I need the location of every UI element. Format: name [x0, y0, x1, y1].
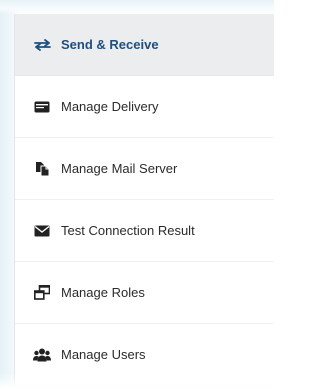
sidebar-menu: Send & Receive Manage Delivery Manage Ma… [14, 14, 274, 389]
users-icon [33, 347, 51, 363]
menu-item-label: Send & Receive [61, 37, 159, 52]
menu-item-send-receive[interactable]: Send & Receive [15, 14, 274, 76]
menu-item-label: Manage Delivery [61, 99, 159, 114]
menu-item-label: Manage Mail Server [61, 161, 178, 176]
card-icon [33, 99, 51, 115]
menu-list: Send & Receive Manage Delivery Manage Ma… [15, 14, 274, 386]
envelope-icon [33, 223, 51, 239]
arrows-exchange-icon [33, 37, 51, 53]
menu-item-manage-delivery[interactable]: Manage Delivery [15, 76, 274, 138]
menu-item-test-connection-result[interactable]: Test Connection Result [15, 200, 274, 262]
menu-item-label: Test Connection Result [61, 223, 195, 238]
top-shade [0, 0, 274, 14]
menu-item-manage-roles[interactable]: Manage Roles [15, 262, 274, 324]
menu-item-label: Manage Users [61, 347, 146, 362]
menu-item-manage-mail-server[interactable]: Manage Mail Server [15, 138, 274, 200]
windows-icon [33, 285, 51, 301]
menu-item-manage-users[interactable]: Manage Users [15, 324, 274, 386]
page-frame: Send & Receive Manage Delivery Manage Ma… [0, 0, 274, 389]
documents-icon [33, 161, 51, 177]
menu-item-label: Manage Roles [61, 285, 145, 300]
